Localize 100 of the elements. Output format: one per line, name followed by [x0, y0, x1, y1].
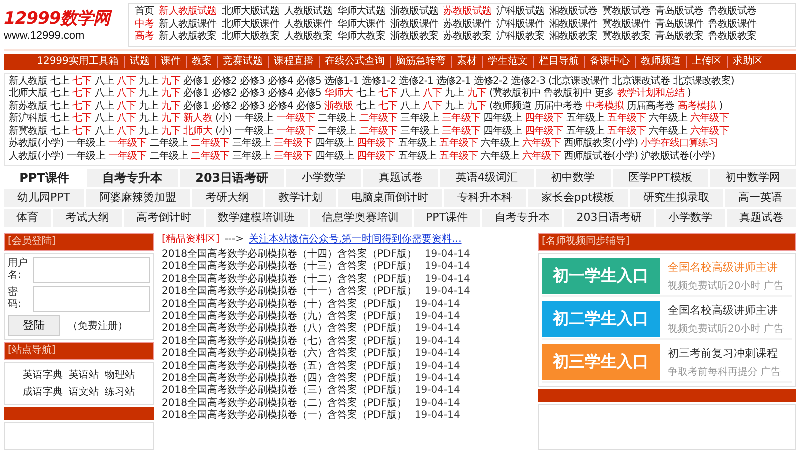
nav-link[interactable]: 北师大版教案: [222, 31, 280, 44]
nav-link[interactable]: 七上: [50, 113, 70, 126]
nav-link[interactable]: 七下: [378, 88, 398, 100]
nav-link[interactable]: 九上: [445, 100, 464, 113]
nav-link[interactable]: 六年级下: [522, 138, 561, 150]
article-link[interactable]: 2018全国高考数学必刷模拟卷（七）含答案（PDF版）: [162, 336, 407, 348]
nav-link[interactable]: 新沪科版: [9, 113, 48, 126]
keyword-tag[interactable]: 考试大纲: [52, 209, 122, 227]
nav-link[interactable]: 六年级上: [649, 113, 688, 126]
nav-link[interactable]: 高考: [135, 31, 154, 44]
article-link[interactable]: 2018全国高考数学必刷模拟卷（十三）含答案（PDF版）: [162, 261, 417, 274]
nav-link[interactable]: 三年级下: [274, 138, 312, 150]
nav-link[interactable]: 上传区: [686, 56, 727, 68]
nav-link[interactable]: 八下: [422, 88, 442, 100]
nav-link[interactable]: 备课中心: [584, 56, 635, 68]
nav-link[interactable]: 北师大: [184, 126, 212, 138]
keyword-tag[interactable]: 家长会ppt模板: [528, 189, 628, 207]
nav-link[interactable]: 选修1-2: [362, 76, 396, 88]
nav-link[interactable]: 北师大版课件: [222, 18, 280, 31]
nav-link[interactable]: 五年级上: [398, 138, 437, 150]
nav-link[interactable]: 选修1-1: [324, 76, 359, 88]
keyword-tag[interactable]: 初中数学网: [710, 169, 796, 187]
nav-link[interactable]: 青岛版试卷: [656, 6, 704, 18]
wechat-link[interactable]: 关注本站微信公众号,第一时间得到你需要资料...: [249, 233, 462, 247]
site-link[interactable]: 语文站: [69, 385, 99, 399]
nav-link[interactable]: 七下: [72, 76, 92, 88]
nav-link[interactable]: 二年级下: [191, 150, 230, 163]
nav-link[interactable]: 试题: [124, 56, 155, 68]
nav-link[interactable]: (北京课改课件: [548, 76, 610, 88]
nav-link[interactable]: 湘教版课件: [550, 18, 598, 31]
nav-link[interactable]: 二年级上: [318, 113, 356, 126]
nav-link[interactable]: 沪科版教案: [496, 31, 544, 44]
nav-link[interactable]: 八上: [94, 88, 114, 100]
nav-link[interactable]: 九上: [445, 88, 464, 100]
nav-link[interactable]: 一年级上: [235, 126, 274, 138]
nav-link[interactable]: 四年级下: [356, 138, 396, 150]
password-field[interactable]: [33, 286, 150, 312]
nav-link[interactable]: 七上: [50, 88, 70, 100]
nav-link[interactable]: 八上: [94, 126, 114, 138]
nav-link[interactable]: 华师大课件: [337, 18, 386, 31]
nav-link[interactable]: 苏教版教案: [443, 31, 492, 44]
nav-link[interactable]: 七下: [72, 88, 92, 100]
keyword-tag[interactable]: 小学数学: [656, 209, 726, 227]
nav-link[interactable]: 一年级下: [276, 113, 315, 126]
nav-link[interactable]: 必修5: [296, 100, 322, 113]
article-link[interactable]: 2018全国高考数学必刷模拟卷（十二）含答案（PDF版）: [162, 274, 417, 286]
nav-link[interactable]: 九下: [161, 88, 181, 100]
nav-link[interactable]: 六年级下: [690, 113, 729, 126]
keyword-tag[interactable]: 专科升本科: [444, 189, 526, 207]
nav-link[interactable]: 七下: [72, 126, 92, 138]
keyword-tag[interactable]: 初中数学: [536, 169, 611, 187]
nav-link[interactable]: 脑筋急转弯: [390, 56, 451, 68]
nav-link[interactable]: 新人教: [184, 113, 212, 126]
nav-link[interactable]: 六年级上: [481, 138, 520, 150]
nav-link[interactable]: 选修2-1: [399, 76, 434, 88]
nav-link[interactable]: ): [719, 100, 723, 113]
article-link[interactable]: 2018全国高考数学必刷模拟卷（六）含答案（PDF版）: [162, 348, 407, 361]
article-link[interactable]: 2018全国高考数学必刷模拟卷（二）含答案（PDF版）: [162, 398, 407, 410]
nav-link[interactable]: 鲁教版课件: [708, 18, 757, 31]
nav-link[interactable]: 人教版试题: [284, 6, 332, 18]
nav-link[interactable]: 北京课改试卷: [612, 76, 670, 88]
keyword-tag[interactable]: 英语4级词汇: [440, 169, 534, 187]
nav-link[interactable]: 四年级上: [483, 113, 522, 126]
nav-link[interactable]: 七上: [50, 126, 70, 138]
nav-link[interactable]: 一年级上: [67, 150, 106, 163]
keyword-tag[interactable]: 医学PPT模板: [612, 169, 708, 187]
nav-link[interactable]: 三年级上: [400, 113, 440, 126]
nav-link[interactable]: 七上: [356, 100, 376, 113]
nav-link[interactable]: 三年级上: [232, 150, 272, 163]
nav-link[interactable]: 北京课改教案): [673, 76, 734, 88]
nav-link[interactable]: 教师频道: [634, 56, 686, 68]
nav-link[interactable]: 选修2-3: [511, 76, 546, 88]
keyword-tag[interactable]: 真题试卷: [363, 169, 438, 187]
site-link[interactable]: 英语站: [69, 368, 99, 382]
keyword-tag[interactable]: 考研大纲: [192, 189, 263, 207]
login-button[interactable]: 登陆: [8, 315, 60, 336]
nav-link[interactable]: 必修5: [296, 88, 322, 100]
nav-link[interactable]: 七上: [50, 100, 70, 113]
nav-link[interactable]: 八下: [117, 113, 136, 126]
nav-link[interactable]: 八下: [422, 100, 442, 113]
nav-link[interactable]: 八上: [94, 100, 114, 113]
nav-link[interactable]: ): [687, 88, 691, 100]
nav-link[interactable]: 求助区: [726, 56, 768, 68]
nav-link[interactable]: 西师版教案(小学): [564, 138, 638, 150]
nav-link[interactable]: 教学计划和总结: [617, 88, 684, 100]
article-link[interactable]: 2018全国高考数学必刷模拟卷（八）含答案（PDF版）: [162, 323, 407, 336]
nav-link[interactable]: 四年级下: [356, 150, 396, 163]
course-link[interactable]: 全国名校高级讲师主讲: [668, 302, 784, 318]
nav-link[interactable]: 七下: [72, 100, 92, 113]
nav-link[interactable]: 六年级下: [690, 126, 729, 138]
nav-link[interactable]: 小学在线口算练习: [641, 138, 718, 150]
keyword-tag[interactable]: 幼儿园PPT: [4, 189, 84, 207]
nav-link[interactable]: 在线公式查询: [318, 56, 390, 68]
nav-link[interactable]: (小): [215, 113, 232, 126]
nav-link[interactable]: 浙教版课件: [390, 18, 438, 31]
nav-link[interactable]: 八下: [117, 126, 136, 138]
keyword-tag[interactable]: 真题试卷: [727, 209, 796, 227]
keyword-tag[interactable]: 自考专升本: [86, 169, 178, 187]
nav-link[interactable]: 三年级上: [400, 126, 440, 138]
article-link[interactable]: 2018全国高考数学必刷模拟卷（十）含答案（PDF版）: [162, 298, 407, 312]
